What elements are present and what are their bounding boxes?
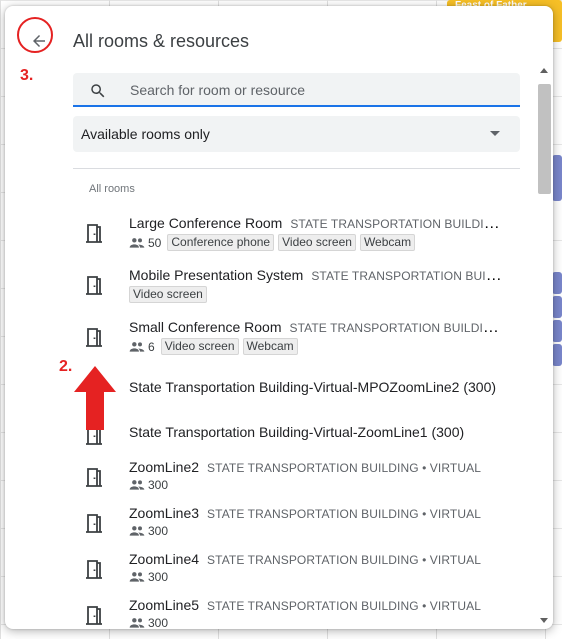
room-name: Mobile Presentation System <box>129 267 304 283</box>
feature-tag: Video screen <box>160 338 239 355</box>
feature-tag: Webcam <box>359 234 416 251</box>
rooms-resources-dialog: All rooms & resources Available rooms on… <box>5 6 553 629</box>
people-icon <box>129 618 145 628</box>
people-icon <box>129 526 145 536</box>
room-meta: 50 Conference phone Video screen Webcam <box>129 234 416 251</box>
people-icon <box>129 480 145 490</box>
room-name: Large Conference Room <box>129 215 283 231</box>
search-box[interactable] <box>73 73 520 107</box>
feature-tag: Video screen <box>129 286 207 303</box>
calendar-event[interactable] <box>552 296 562 318</box>
room-list-item[interactable]: Large Conference Room STATE TRANSPORTATIO… <box>73 215 505 255</box>
room-door-icon <box>86 276 102 295</box>
room-list-item[interactable]: ZoomLine3 STATE TRANSPORTATION BUILDING •… <box>73 505 503 545</box>
room-door-icon <box>86 514 102 533</box>
scrollbar-thumb[interactable] <box>538 84 551 194</box>
room-capacity: 300 <box>129 570 168 584</box>
room-name: ZoomLine5 <box>129 597 200 613</box>
room-name: ZoomLine4 <box>129 551 200 567</box>
annotation-circle <box>17 17 53 53</box>
section-header: All rooms <box>89 183 135 195</box>
filter-selected-value: Available rooms only <box>81 126 210 142</box>
room-building: STATE TRANSPORTATION BUILDING • VIRTUAL <box>207 461 481 475</box>
room-name-line: ZoomLine3 STATE TRANSPORTATION BUILDING •… <box>129 505 505 523</box>
room-meta: 300 <box>129 478 170 492</box>
room-building: STATE TRANSPORTATION BUILDING • ... <box>290 217 505 231</box>
calendar-event[interactable] <box>552 155 562 201</box>
feature-tag: Webcam <box>242 338 298 355</box>
room-list-item[interactable]: ZoomLine4 STATE TRANSPORTATION BUILDING •… <box>73 551 503 591</box>
scrollbar[interactable] <box>535 62 553 629</box>
feature-tag: Conference phone <box>167 234 275 251</box>
room-door-icon <box>86 606 102 625</box>
room-building: STATE TRANSPORTATION BUILDI... <box>311 269 505 283</box>
room-meta: 300 <box>129 570 170 584</box>
divider <box>73 168 520 169</box>
room-capacity: 6 <box>129 340 155 354</box>
room-door-icon <box>86 224 102 243</box>
room-meta: Video screen <box>129 286 207 303</box>
room-name: State Transportation Building-Virtual-MP… <box>129 379 497 395</box>
room-door-icon <box>86 328 102 347</box>
room-capacity: 300 <box>129 616 168 629</box>
room-name-line: Mobile Presentation System STATE TRANSPOR… <box>129 267 505 285</box>
search-input[interactable] <box>128 73 512 107</box>
people-icon <box>129 572 145 582</box>
annotation-arrow-up-icon <box>74 366 116 430</box>
search-icon <box>91 84 105 98</box>
availability-filter-select[interactable]: Available rooms only <box>73 116 520 152</box>
room-capacity: 300 <box>129 478 168 492</box>
room-building: STATE TRANSPORTATION BUILDING • VIRTUAL <box>207 599 481 613</box>
annotation-label-2: 2. <box>59 358 73 375</box>
people-icon <box>129 341 145 352</box>
room-name-line: ZoomLine4 STATE TRANSPORTATION BUILDING •… <box>129 551 505 569</box>
room-name: ZoomLine3 <box>129 505 200 521</box>
calendar-event[interactable] <box>552 272 562 294</box>
room-list-item[interactable]: ZoomLine2 STATE TRANSPORTATION BUILDING •… <box>73 459 503 499</box>
room-name: ZoomLine2 <box>129 459 200 475</box>
room-building: STATE TRANSPORTATION BUILDING • ... <box>289 321 505 335</box>
room-capacity: 50 <box>129 236 161 250</box>
room-name: Small Conference Room <box>129 319 282 335</box>
chevron-down-icon <box>490 131 500 136</box>
room-name-line: ZoomLine5 STATE TRANSPORTATION BUILDING •… <box>129 597 505 615</box>
room-name-line: ZoomLine2 STATE TRANSPORTATION BUILDING •… <box>129 459 505 477</box>
room-capacity: 300 <box>129 524 168 538</box>
calendar-event[interactable] <box>552 320 562 342</box>
calendar-event[interactable] <box>552 344 562 366</box>
room-list-item[interactable]: Mobile Presentation System STATE TRANSPOR… <box>73 267 505 307</box>
people-icon <box>129 237 145 248</box>
scroll-down-arrow-icon[interactable] <box>540 618 548 623</box>
room-building: STATE TRANSPORTATION BUILDING • VIRTUAL <box>207 507 481 521</box>
scroll-up-arrow-icon[interactable] <box>540 68 548 73</box>
room-list-item[interactable]: State Transportation Building-Virtual-MP… <box>73 371 503 407</box>
room-door-icon <box>86 560 102 579</box>
room-meta: 6 Video screen Webcam <box>129 338 298 355</box>
capacity-value: 300 <box>148 570 169 584</box>
room-list-item[interactable]: State Transportation Building-Virtual-Zo… <box>73 416 503 452</box>
dialog-title: All rooms & resources <box>73 31 250 51</box>
room-name: State Transportation Building-Virtual-Zo… <box>129 424 465 440</box>
capacity-value: 300 <box>148 616 169 629</box>
annotation-label-3: 3. <box>20 67 34 84</box>
capacity-value: 300 <box>148 524 169 538</box>
room-building: STATE TRANSPORTATION BUILDING • VIRTUAL <box>207 553 481 567</box>
feature-tag: Video screen <box>278 234 356 251</box>
room-meta: 300 <box>129 616 170 629</box>
room-list-item[interactable]: Small Conference Room STATE TRANSPORTATIO… <box>73 319 505 359</box>
capacity-value: 6 <box>148 339 155 354</box>
capacity-value: 50 <box>148 235 162 250</box>
room-meta: 300 <box>129 524 170 538</box>
capacity-value: 300 <box>148 478 169 492</box>
room-name-line: Large Conference Room STATE TRANSPORTATIO… <box>129 215 505 233</box>
room-name-line: Small Conference Room STATE TRANSPORTATIO… <box>129 319 505 337</box>
room-list-item[interactable]: ZoomLine5 STATE TRANSPORTATION BUILDING •… <box>73 597 503 629</box>
room-door-icon <box>86 468 102 487</box>
